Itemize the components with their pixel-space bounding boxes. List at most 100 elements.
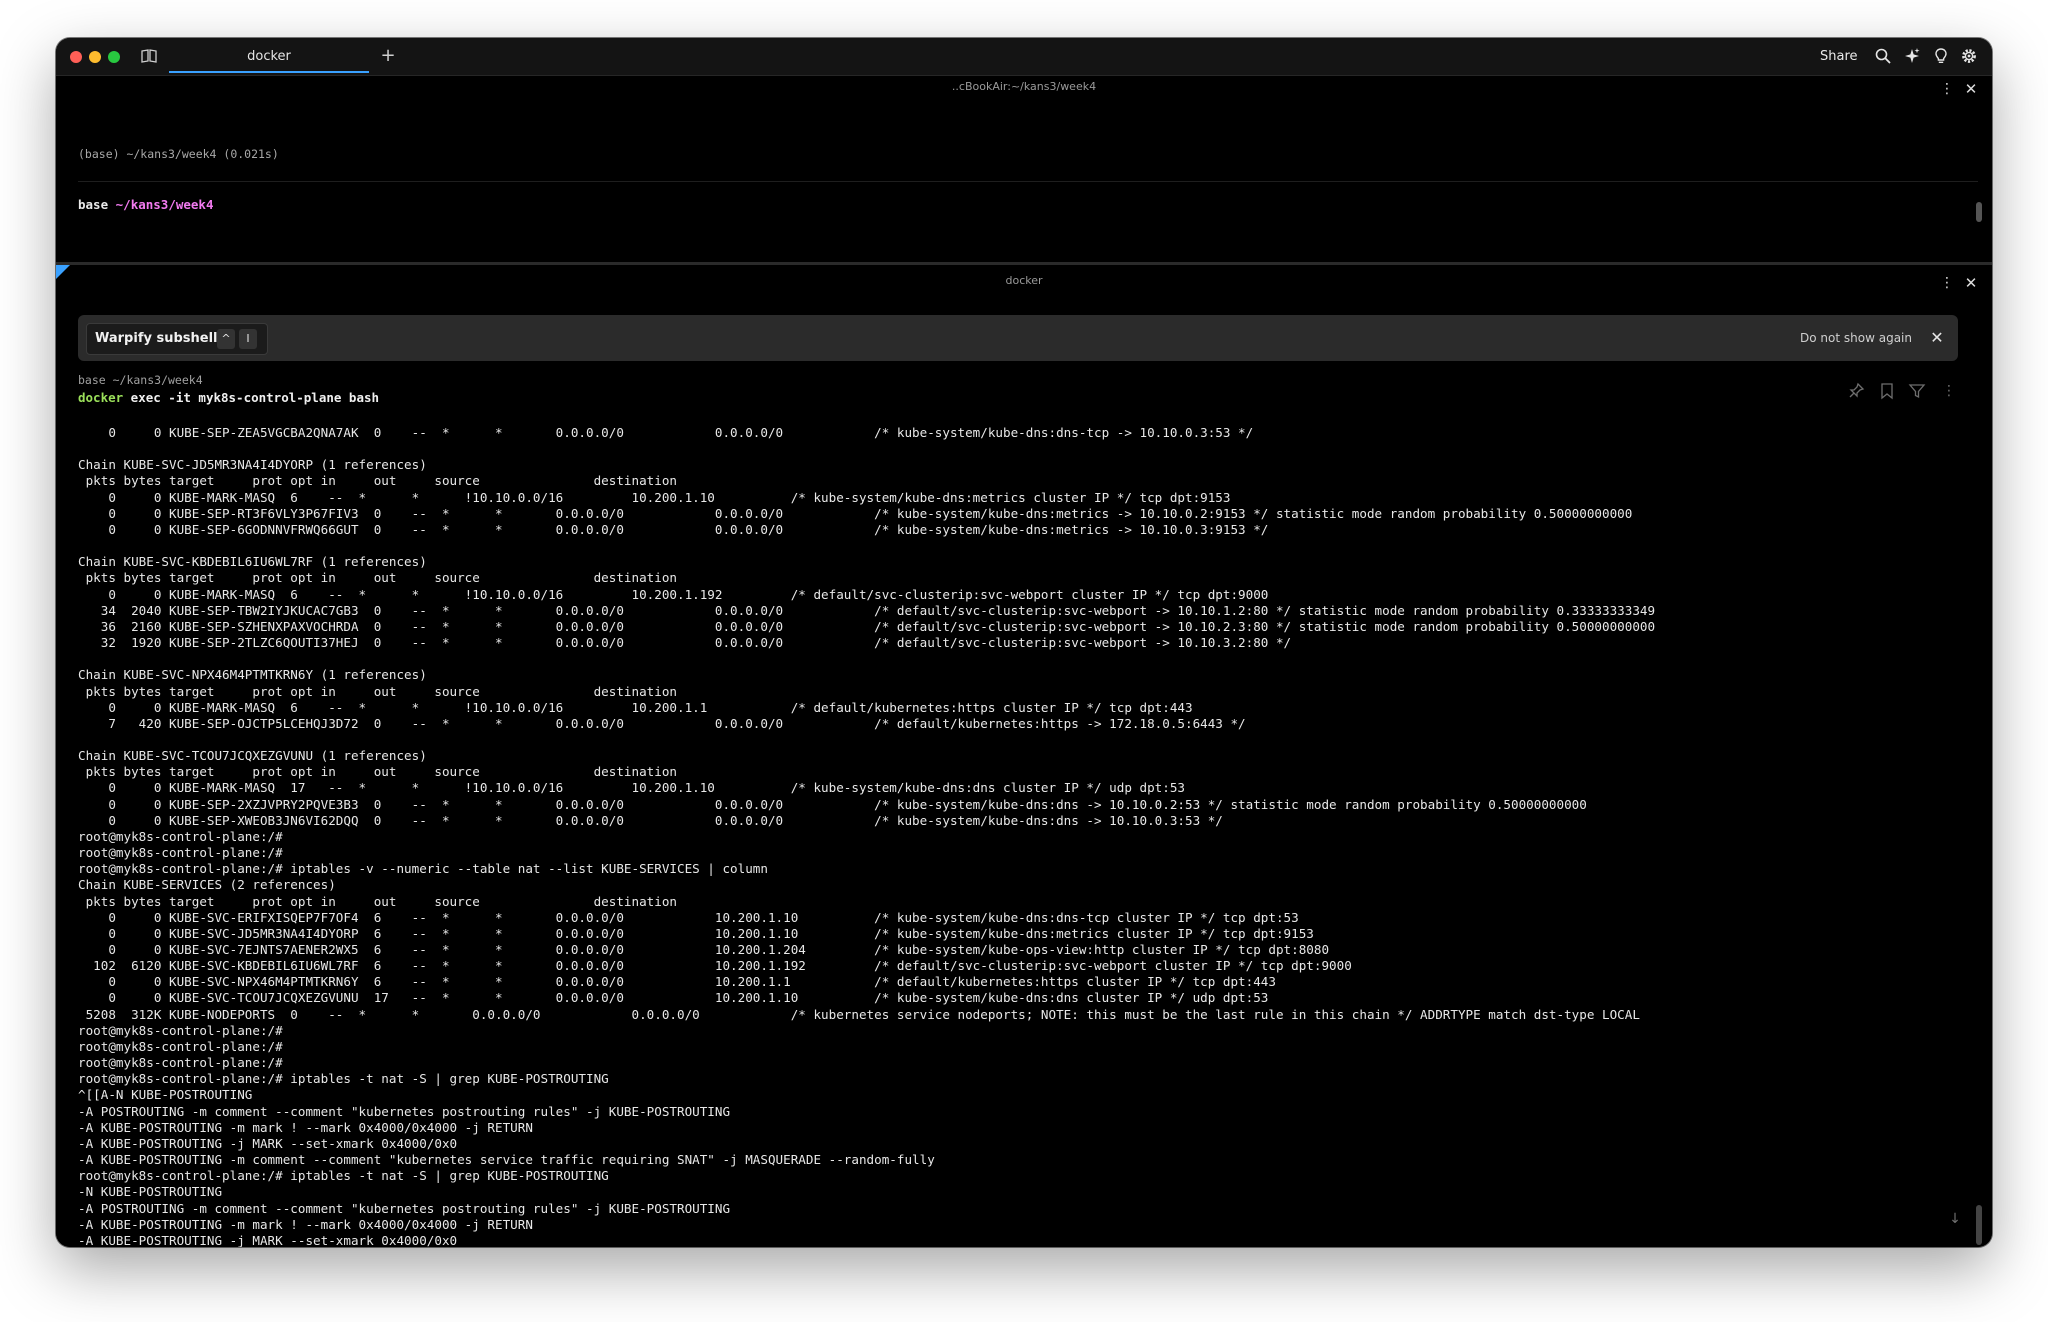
output-line: root@myk8s-control-plane:/# iptables -v … bbox=[78, 861, 768, 877]
tab-label: docker bbox=[247, 49, 291, 64]
output-line: 0 0 KUBE-SEP-2XZJVPRY2PQVE3B3 0 -- * * 0… bbox=[78, 796, 1587, 812]
command-args: exec -it myk8s-control-plane bash bbox=[123, 390, 380, 405]
output-line: Chain KUBE-SVC-TCOU7JCQXEZGVUNU (1 refer… bbox=[78, 748, 427, 764]
output-line: 0 0 KUBE-SEP-RT3F6VLY3P67FIV3 0 -- * * 0… bbox=[78, 505, 1633, 521]
warpify-subshell-button[interactable]: Warpify subshell ^ I bbox=[86, 323, 268, 355]
scrollbar[interactable] bbox=[1976, 1205, 1982, 1245]
output-text: 0 0 KUBE-SEP-ZEA5VGCBA2QNA7AK 0 -- * * 0… bbox=[78, 425, 1958, 1247]
block-toolbar: ⋮ bbox=[1848, 381, 1960, 401]
tab-docker[interactable]: docker bbox=[169, 38, 369, 75]
bottom-pane[interactable]: docker ⋮ ✕ Warpify subshell ^ I Do not s… bbox=[56, 265, 1992, 1247]
block-prompt: base ~/kans3/week4 bbox=[78, 373, 203, 387]
top-pane[interactable]: ..cBookAir:~/kans3/week4 ⋮ ✕ (base) ~/ka… bbox=[56, 76, 1992, 262]
settings-gear-icon[interactable] bbox=[1960, 47, 1978, 65]
close-window-button[interactable] bbox=[70, 51, 82, 63]
command-word: docker bbox=[78, 390, 124, 405]
sidebar-toggle-icon[interactable] bbox=[140, 47, 158, 65]
output-line: pkts bytes target prot opt in out source… bbox=[78, 683, 677, 699]
output-line: Chain KUBE-SVC-NPX46M4PTMTKRN6Y (1 refer… bbox=[78, 667, 427, 683]
output-line: Chain KUBE-SVC-JD5MR3NA4I4DYORP (1 refer… bbox=[78, 457, 427, 473]
lightbulb-icon[interactable] bbox=[1932, 47, 1950, 65]
output-line: 0 0 KUBE-MARK-MASQ 17 -- * * !10.10.0.0/… bbox=[78, 780, 1185, 796]
output-line: 0 0 KUBE-SEP-XWEOB3JN6VI62DQQ 0 -- * * 0… bbox=[78, 812, 1223, 828]
more-vertical-icon[interactable]: ⋮ bbox=[1940, 381, 1958, 401]
active-tab-indicator bbox=[169, 71, 369, 73]
title-bar: docker + Share bbox=[56, 38, 1992, 76]
output-line: root@myk8s-control-plane:/# bbox=[78, 1055, 283, 1071]
output-line: 5208 312K KUBE-NODEPORTS 0 -- * * 0.0.0.… bbox=[78, 1006, 1640, 1022]
output-line: 34 2040 KUBE-SEP-TBW2IYJKUCAC7GB3 0 -- *… bbox=[78, 602, 1656, 618]
pin-icon[interactable] bbox=[1848, 381, 1866, 401]
ai-sparkle-icon[interactable] bbox=[1903, 47, 1921, 65]
more-vertical-icon[interactable]: ⋮ bbox=[1940, 80, 1954, 98]
scrollbar[interactable] bbox=[1976, 202, 1982, 222]
do-not-show-again-link[interactable]: Do not show again bbox=[1800, 315, 1912, 361]
output-line: 0 0 KUBE-SEP-ZEA5VGCBA2QNA7AK 0 -- * * 0… bbox=[78, 425, 1254, 440]
output-line: 0 0 KUBE-MARK-MASQ 6 -- * * !10.10.0.0/1… bbox=[78, 699, 1193, 715]
output-line: -A KUBE-POSTROUTING -m mark ! --mark 0x4… bbox=[78, 1216, 533, 1232]
terminal-window: docker + Share ..cBookAir:~/kans3/week4 … bbox=[56, 38, 1992, 1247]
prompt: base ~/kans3/week4 bbox=[78, 197, 213, 212]
output-line: 0 0 KUBE-SVC-JD5MR3NA4I4DYORP 6 -- * * 0… bbox=[78, 925, 1314, 941]
output-line: pkts bytes target prot opt in out source… bbox=[78, 473, 677, 489]
shortcut-key-i: I bbox=[239, 329, 257, 349]
scroll-down-icon[interactable]: ↓ bbox=[1948, 1209, 1962, 1229]
previous-block-header: (base) ~/kans3/week4 (0.021s) bbox=[78, 147, 279, 161]
terminal-output[interactable]: 0 0 KUBE-SEP-ZEA5VGCBA2QNA7AK 0 -- * * 0… bbox=[78, 425, 1958, 1247]
output-line: 0 0 KUBE-SVC-TCOU7JCQXEZGVUNU 17 -- * * … bbox=[78, 990, 1269, 1006]
maximize-window-button[interactable] bbox=[108, 51, 120, 63]
output-line: pkts bytes target prot opt in out source… bbox=[78, 893, 677, 909]
output-line: -A KUBE-POSTROUTING -j MARK --set-xmark … bbox=[78, 1232, 458, 1247]
warpify-banner: Warpify subshell ^ I Do not show again ✕ bbox=[78, 315, 1958, 361]
output-line: 32 1920 KUBE-SEP-2TLZC6QOUTI37HEJ 0 -- *… bbox=[78, 635, 1292, 651]
output-line: -A POSTROUTING -m comment --comment "kub… bbox=[78, 1200, 731, 1216]
top-pane-actions: ⋮ ✕ bbox=[1940, 80, 1980, 98]
block-divider bbox=[78, 181, 1978, 182]
output-line: Chain KUBE-SERVICES (2 references) bbox=[78, 877, 336, 893]
output-line: 0 0 KUBE-SVC-NPX46M4PTMTKRN6Y 6 -- * * 0… bbox=[78, 974, 1276, 990]
output-line: 36 2160 KUBE-SEP-SZHENXPAXVOCHRDA 0 -- *… bbox=[78, 618, 1656, 634]
more-vertical-icon[interactable]: ⋮ bbox=[1940, 274, 1954, 292]
output-line: root@myk8s-control-plane:/# bbox=[78, 1038, 283, 1054]
output-line: root@myk8s-control-plane:/# iptables -t … bbox=[78, 1071, 609, 1087]
filter-icon[interactable] bbox=[1908, 381, 1926, 401]
output-line: 0 0 KUBE-SEP-6GODNNVFRWQ66GUT 0 -- * * 0… bbox=[78, 521, 1269, 537]
output-line: Chain KUBE-SVC-KBDEBIL6IU6WL7RF (1 refer… bbox=[78, 554, 427, 570]
bottom-pane-actions: ⋮ ✕ bbox=[1940, 274, 1980, 292]
share-button[interactable]: Share bbox=[1820, 38, 1858, 75]
minimize-window-button[interactable] bbox=[89, 51, 101, 63]
bookmark-icon[interactable] bbox=[1878, 381, 1896, 401]
output-line: -N KUBE-POSTROUTING bbox=[78, 1184, 223, 1200]
prompt-path: ~/kans3/week4 bbox=[115, 197, 214, 212]
search-icon[interactable] bbox=[1874, 47, 1892, 65]
close-icon[interactable]: ✕ bbox=[1964, 80, 1978, 98]
bottom-pane-title: docker bbox=[1005, 274, 1043, 287]
shortcut-key-ctrl: ^ bbox=[217, 329, 235, 349]
output-line: root@myk8s-control-plane:/# bbox=[78, 1022, 283, 1038]
output-line: root@myk8s-control-plane:/# iptables -t … bbox=[78, 1168, 609, 1184]
output-line: root@myk8s-control-plane:/# bbox=[78, 828, 283, 844]
output-line: ^[[A-N KUBE-POSTROUTING bbox=[78, 1087, 253, 1103]
output-line: -A POSTROUTING -m comment --comment "kub… bbox=[78, 1103, 731, 1119]
close-icon[interactable]: ✕ bbox=[1964, 274, 1978, 292]
output-line: -A KUBE-POSTROUTING -j MARK --set-xmark … bbox=[78, 1135, 458, 1151]
warpify-label: Warpify subshell bbox=[95, 331, 218, 346]
output-line: -A KUBE-POSTROUTING -m mark ! --mark 0x4… bbox=[78, 1119, 533, 1135]
output-line: -A KUBE-POSTROUTING -m comment --comment… bbox=[78, 1152, 935, 1168]
close-icon[interactable]: ✕ bbox=[1926, 327, 1948, 349]
output-line: pkts bytes target prot opt in out source… bbox=[78, 764, 677, 780]
output-line: 102 6120 KUBE-SVC-KBDEBIL6IU6WL7RF 6 -- … bbox=[78, 958, 1352, 974]
prompt-env: base bbox=[78, 197, 109, 212]
new-tab-button[interactable]: + bbox=[376, 44, 400, 68]
output-line: 0 0 KUBE-MARK-MASQ 6 -- * * !10.10.0.0/1… bbox=[78, 586, 1269, 602]
output-line: 7 420 KUBE-SEP-OJCTP5LCEHQJ3D72 0 -- * *… bbox=[78, 715, 1246, 731]
block-command: docker exec -it myk8s-control-plane bash bbox=[78, 390, 379, 405]
output-line: 0 0 KUBE-MARK-MASQ 6 -- * * !10.10.0.0/1… bbox=[78, 489, 1231, 505]
output-line: root@myk8s-control-plane:/# bbox=[78, 845, 283, 861]
output-line: 0 0 KUBE-SVC-ERIFXISQEP7F7OF4 6 -- * * 0… bbox=[78, 909, 1299, 925]
output-line: pkts bytes target prot opt in out source… bbox=[78, 570, 677, 586]
